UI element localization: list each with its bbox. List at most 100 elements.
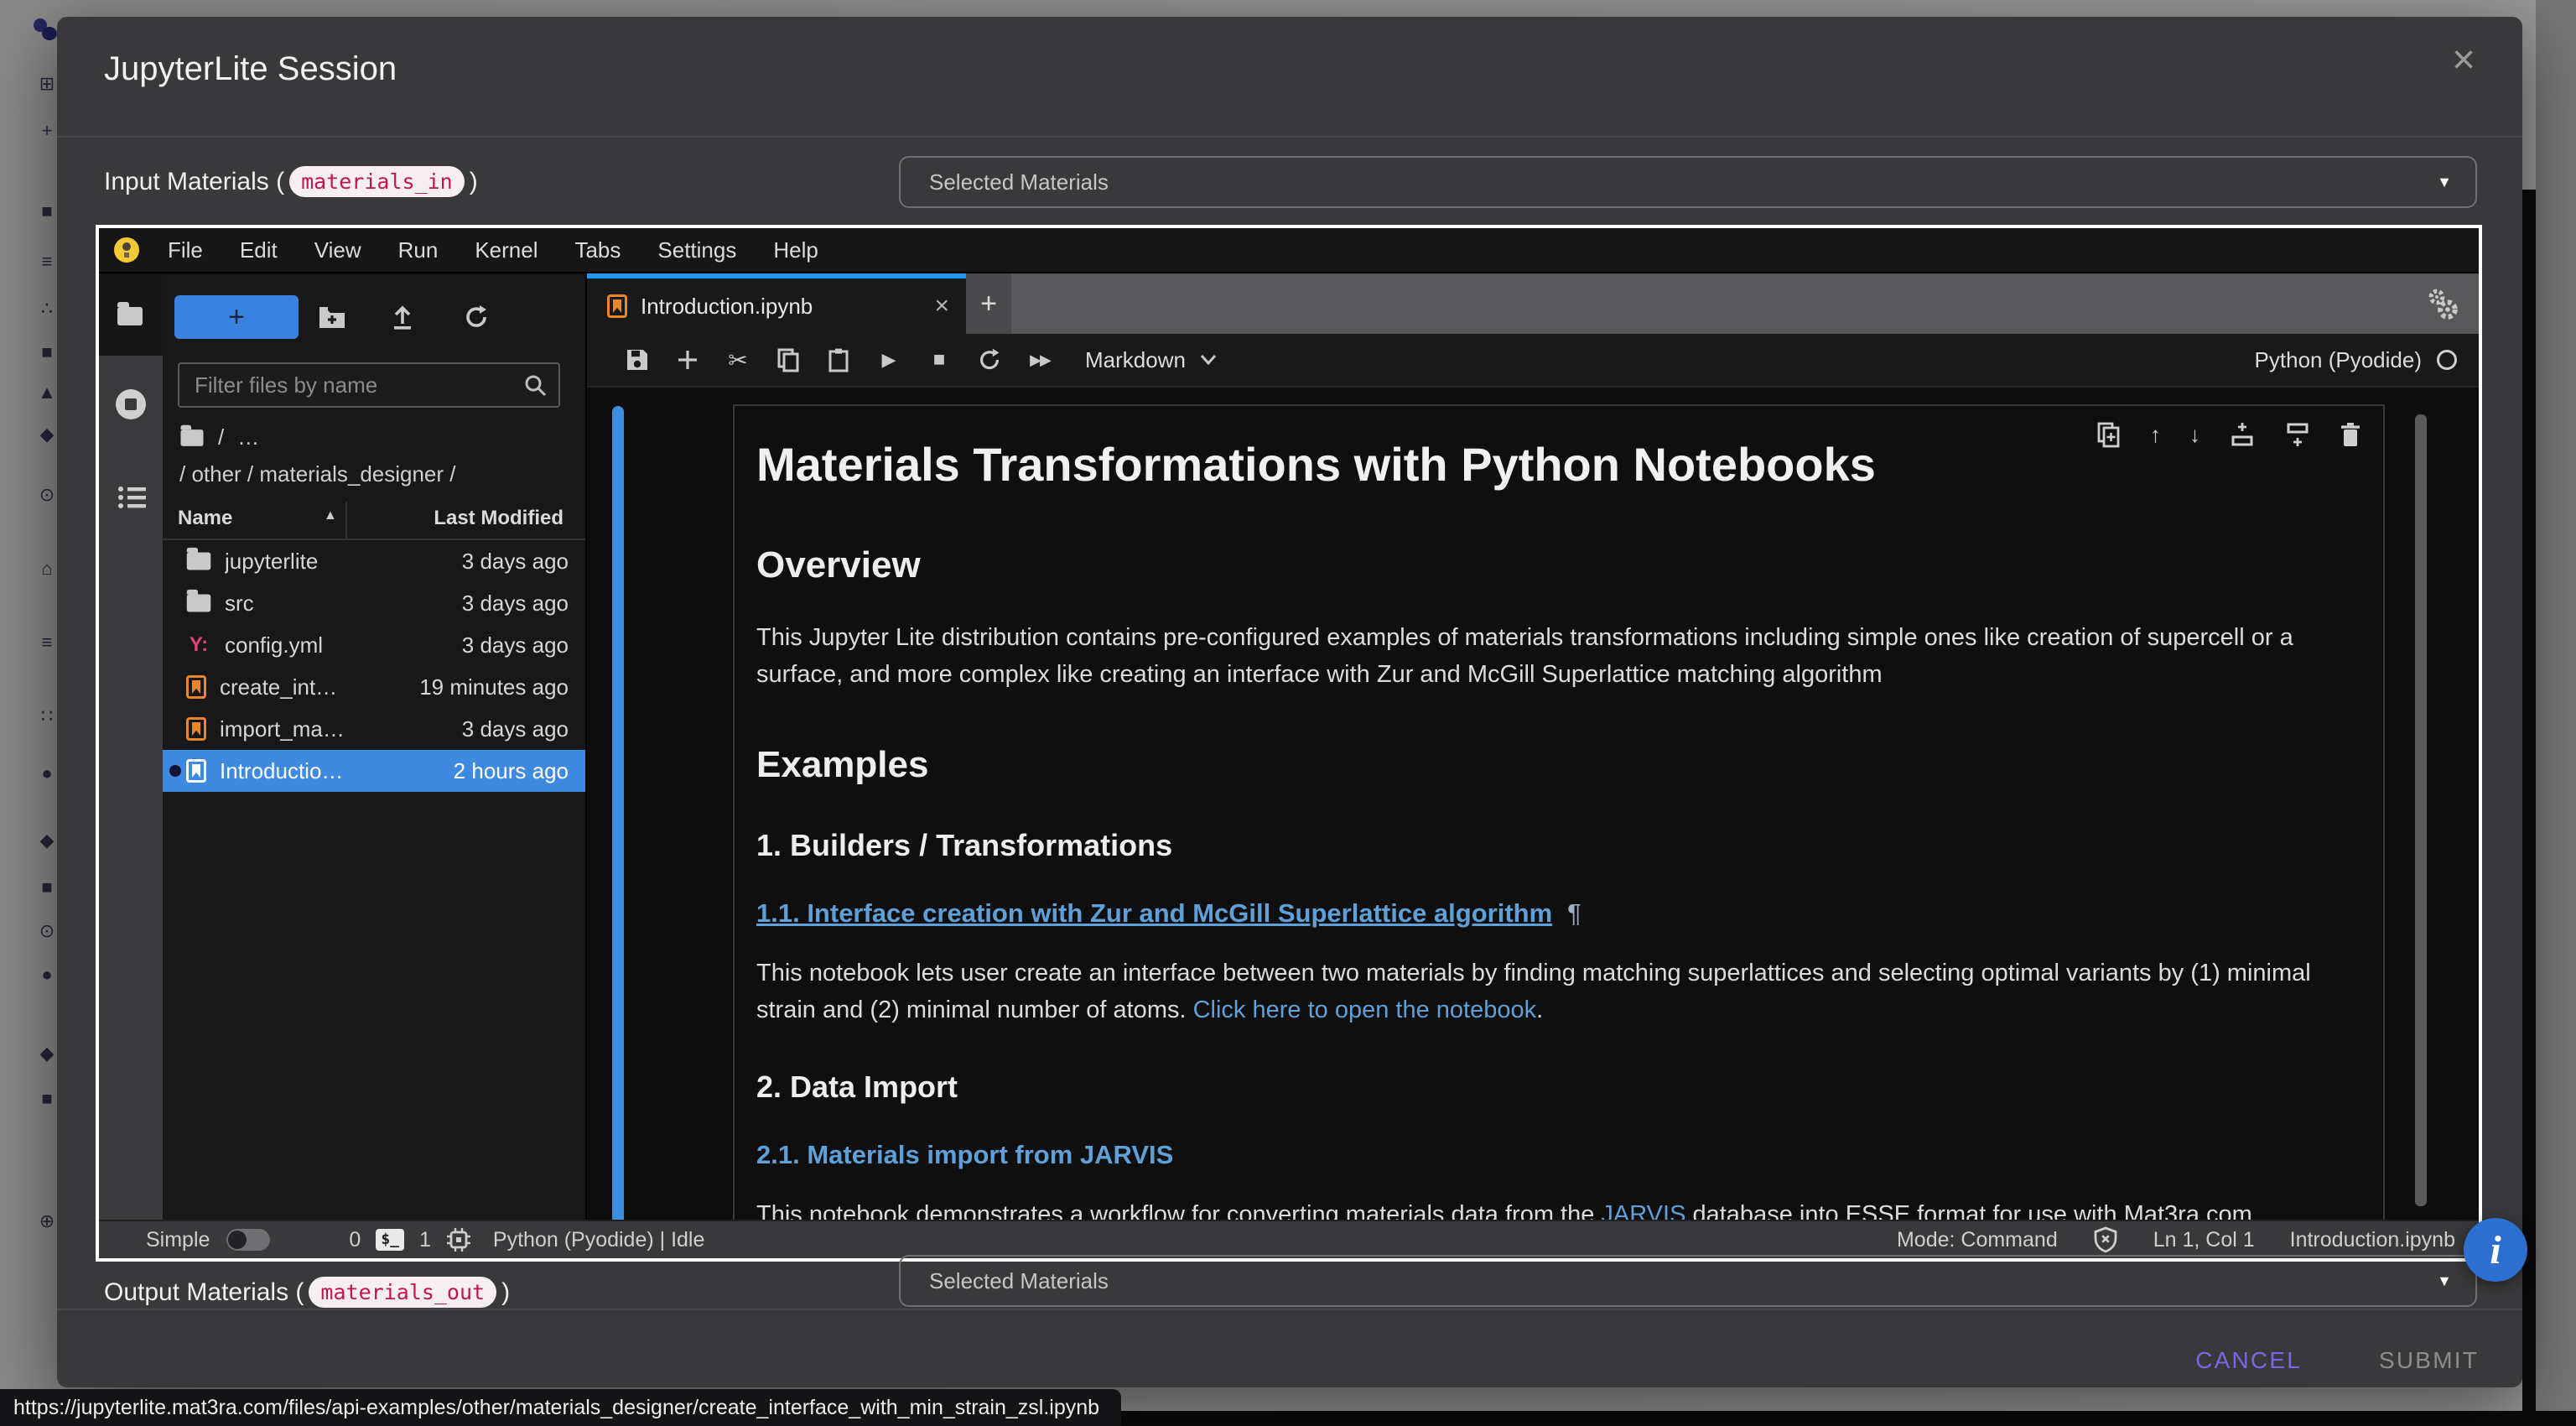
tab-close-icon[interactable]: ×: [934, 292, 949, 320]
menu-edit[interactable]: Edit: [221, 237, 296, 263]
pilcrow-anchor[interactable]: ¶: [1567, 898, 1581, 928]
cursor-position[interactable]: Ln 1, Col 1: [2153, 1228, 2255, 1252]
terminal-icon[interactable]: $_: [376, 1229, 404, 1251]
restart-kernel-icon[interactable]: [964, 347, 1015, 372]
sort-ascending-icon: ▲: [324, 508, 337, 523]
jupyterlite-logo-icon: [114, 237, 139, 263]
cancel-button[interactable]: CANCEL: [2195, 1347, 2302, 1374]
close-icon[interactable]: ×: [2452, 40, 2475, 81]
menu-kernel[interactable]: Kernel: [456, 237, 556, 263]
run-icon[interactable]: ▶: [864, 349, 914, 371]
builders-heading: 1. Builders / Transformations: [756, 827, 2346, 864]
new-launcher-button[interactable]: +: [174, 295, 299, 339]
breadcrumb-path[interactable]: / other / materials_designer /: [179, 461, 456, 487]
output-select-value: Selected Materials: [929, 1268, 1109, 1294]
cell-collapser-bar[interactable]: [612, 406, 624, 1220]
duplicate-cell-icon[interactable]: [2096, 421, 2122, 448]
stop-icon[interactable]: ■: [914, 348, 964, 372]
insert-cell-above-icon[interactable]: [2229, 422, 2256, 447]
breadcrumb-root[interactable]: /: [218, 424, 224, 450]
filebrowser-tab-active[interactable]: [99, 273, 163, 356]
menu-file[interactable]: File: [149, 237, 221, 263]
interface-creation-link[interactable]: 1.1. Interface creation with Zur and McG…: [756, 898, 1552, 928]
tabbar-empty-area: [1011, 273, 2479, 334]
scrollbar-thumb[interactable]: [2415, 414, 2427, 1206]
output-materials-select[interactable]: Selected Materials ▼: [899, 1255, 2477, 1307]
notebook-toolbar: ✂ ▶: [587, 334, 2479, 388]
home-folder-icon[interactable]: [181, 429, 204, 446]
file-modified: 3 days ago: [462, 632, 569, 658]
file-row-introduction-selected[interactable]: Introductio… 2 hours ago: [163, 750, 585, 792]
jarvis-import-heading: 2.1. Materials import from JARVIS: [756, 1139, 2346, 1171]
kernel-switcher[interactable]: Python (Pyodide): [2255, 347, 2457, 373]
refresh-icon[interactable]: [458, 299, 495, 336]
notebook-scroll-area[interactable]: ↑ ↓: [587, 388, 2479, 1220]
output-label-close-paren: ): [501, 1278, 510, 1307]
input-materials-select[interactable]: Selected Materials ▼: [899, 156, 2477, 208]
menu-help[interactable]: Help: [755, 237, 836, 263]
file-name: import_ma…: [220, 716, 462, 742]
submit-button[interactable]: SUBMIT: [2379, 1347, 2479, 1374]
file-modified: 3 days ago: [462, 591, 569, 617]
chevron-down-icon: ▼: [2437, 1272, 2452, 1290]
examples-heading: Examples: [756, 743, 2346, 787]
notebook-tabbar: Introduction.ipynb × +: [587, 273, 2479, 334]
table-of-contents-icon[interactable]: [117, 485, 146, 510]
running-kernels-icon[interactable]: [116, 389, 146, 419]
column-last-modified[interactable]: Last Modified: [434, 507, 564, 530]
file-name: jupyterlite: [225, 549, 462, 575]
move-cell-down-icon[interactable]: ↓: [2189, 424, 2200, 445]
mat3ra-logo: [34, 18, 57, 40]
jarvis-import-link[interactable]: 2.1. Materials import from JARVIS: [756, 1140, 1173, 1169]
copy-icon[interactable]: [763, 347, 813, 372]
command-mode-indicator[interactable]: Mode: Command: [1897, 1228, 2058, 1252]
background-page-edge: [2536, 0, 2576, 1426]
filter-files-input[interactable]: [179, 372, 523, 398]
file-modified: 2 hours ago: [454, 758, 569, 784]
header-divider: [57, 136, 2522, 138]
jarvis-link[interactable]: JARVIS: [1601, 1201, 1685, 1220]
notebook-file-icon: [607, 294, 627, 318]
menu-view[interactable]: View: [296, 237, 380, 263]
markdown-cell[interactable]: ↑ ↓: [733, 404, 2385, 1220]
paragraph-text: .: [1536, 997, 1543, 1023]
paragraph-text: This notebook demonstrates a workflow fo…: [756, 1201, 1601, 1220]
delete-cell-icon[interactable]: [2340, 422, 2361, 447]
info-button[interactable]: i: [2464, 1218, 2527, 1282]
insert-cell-below-icon[interactable]: [2284, 422, 2311, 447]
column-name[interactable]: Name: [178, 507, 232, 530]
restart-run-all-icon[interactable]: ▶▶: [1015, 351, 1065, 369]
interface-paragraph: This notebook lets user create an interf…: [756, 955, 2346, 1028]
file-row-import-material[interactable]: import_ma… 3 days ago: [163, 708, 585, 750]
paste-icon[interactable]: [813, 347, 864, 372]
tab-introduction-ipynb[interactable]: Introduction.ipynb ×: [587, 273, 966, 334]
upload-icon[interactable]: [384, 299, 421, 336]
jupyter-menubar: File Edit View Run Kernel Tabs Settings …: [99, 228, 2479, 273]
breadcrumb-ellipsis[interactable]: …: [237, 424, 259, 450]
footer-divider: [57, 1309, 2522, 1310]
simple-mode-toggle[interactable]: [226, 1229, 270, 1251]
cut-icon[interactable]: ✂: [713, 346, 763, 374]
file-row-src[interactable]: src 3 days ago: [163, 582, 585, 624]
file-row-jupyterlite[interactable]: jupyterlite 3 days ago: [163, 540, 585, 582]
notebook-panel: Introduction.ipynb × +: [587, 273, 2479, 1220]
move-cell-up-icon[interactable]: ↑: [2150, 424, 2161, 445]
jarvis-paragraph: This notebook demonstrates a workflow fo…: [756, 1196, 2346, 1220]
save-icon[interactable]: [612, 348, 662, 372]
new-folder-icon[interactable]: [314, 299, 351, 336]
cpu-chip-icon[interactable]: [446, 1227, 471, 1252]
open-notebook-link[interactable]: Click here to open the notebook: [1193, 997, 1537, 1023]
kernel-status-text[interactable]: Python (Pyodide) | Idle: [493, 1228, 704, 1252]
menu-run[interactable]: Run: [380, 237, 457, 263]
widget-settings-gears-icon[interactable]: [2423, 285, 2464, 325]
kernel-count: 1: [419, 1228, 431, 1252]
cell-type-dropdown[interactable]: Markdown: [1085, 347, 1218, 373]
file-row-config[interactable]: Y: config.yml 3 days ago: [163, 624, 585, 666]
menu-tabs[interactable]: Tabs: [556, 237, 639, 263]
kernel-name: Python (Pyodide): [2255, 347, 2422, 373]
file-row-create-interface[interactable]: create_int… 19 minutes ago: [163, 666, 585, 708]
input-label-text: Input Materials (: [104, 168, 284, 196]
new-tab-button[interactable]: +: [966, 273, 1011, 334]
menu-settings[interactable]: Settings: [639, 237, 755, 263]
insert-cell-icon[interactable]: [662, 349, 713, 371]
